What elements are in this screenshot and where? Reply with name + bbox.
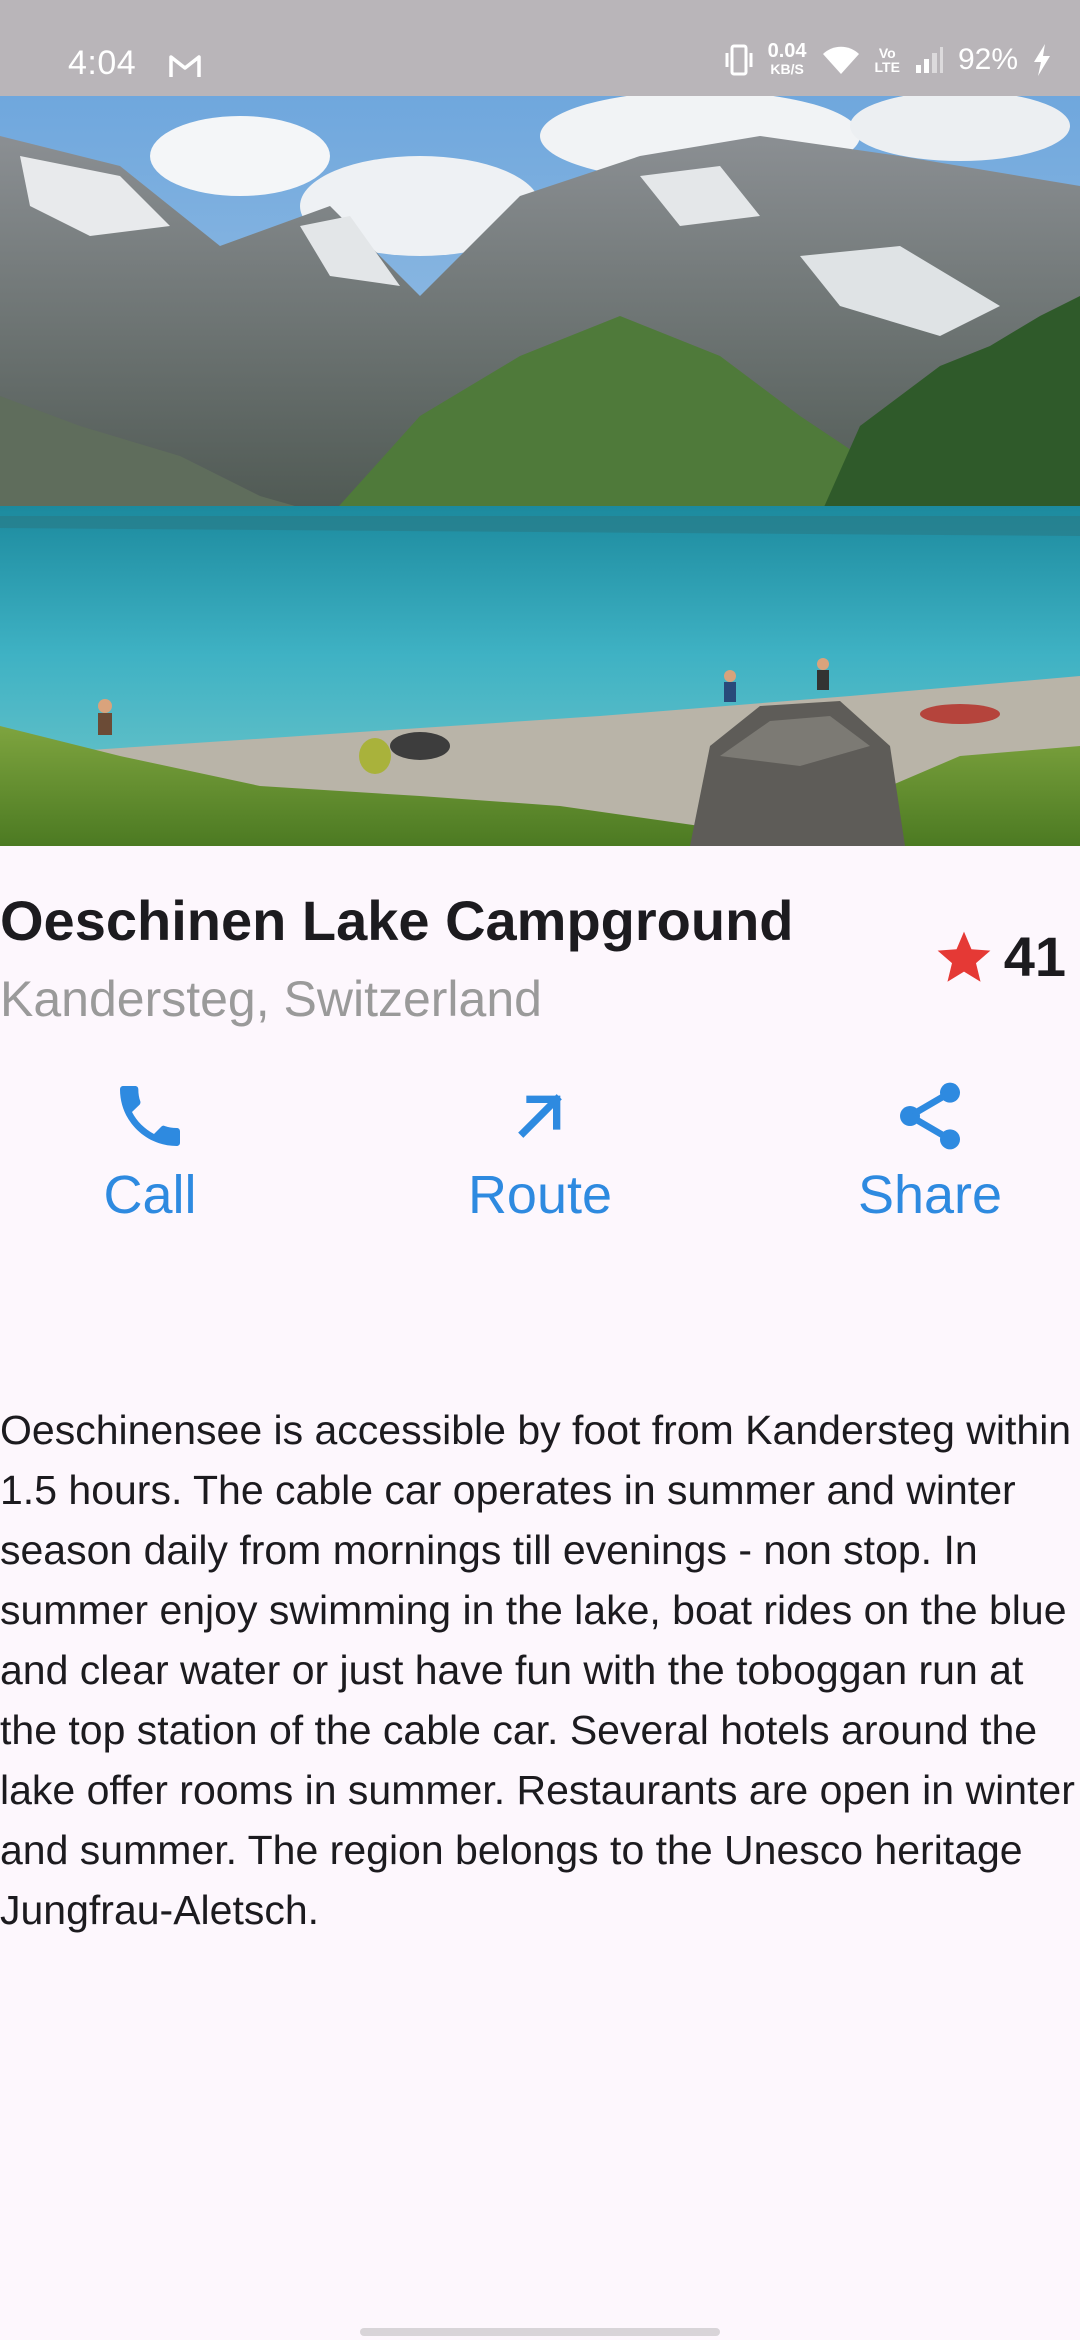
charging-icon bbox=[1034, 44, 1050, 76]
arrow-up-right-icon bbox=[518, 1094, 562, 1138]
action-bar: Call Route Share bbox=[0, 1076, 1080, 1246]
lake-landscape-image bbox=[0, 96, 1080, 846]
place-description: Oeschinensee is accessible by foot from … bbox=[0, 1407, 1075, 1933]
rating-count: 41 bbox=[1003, 925, 1066, 988]
share-button[interactable]: Share bbox=[800, 1076, 1060, 1226]
status-bar: 4:04 0.04 KB/S Vo LTE 92% bbox=[0, 0, 1080, 96]
phone-icon bbox=[120, 1086, 180, 1146]
battery-percent: 92% bbox=[957, 43, 1018, 76]
route-label: Route bbox=[467, 1165, 613, 1225]
gmail-icon bbox=[169, 55, 201, 77]
favorite-rating[interactable]: 41 bbox=[932, 924, 1066, 989]
wifi-icon bbox=[822, 46, 859, 74]
place-title: Oeschinen Lake Campground bbox=[0, 889, 794, 952]
status-icons: 0.04 KB/S Vo LTE 92% bbox=[724, 40, 1052, 80]
vibrate-icon bbox=[725, 44, 753, 76]
status-time: 4:04 bbox=[68, 44, 137, 82]
net-speed: 0.04 KB/S bbox=[767, 40, 807, 78]
net-speed-value: 0.04 bbox=[767, 40, 807, 62]
lte-top: Vo bbox=[878, 45, 896, 61]
net-speed-unit: KB/S bbox=[770, 61, 804, 77]
home-indicator[interactable] bbox=[360, 2328, 720, 2336]
signal-icon bbox=[915, 47, 943, 73]
share-icon bbox=[900, 1082, 960, 1150]
lte-indicator: Vo LTE bbox=[875, 46, 900, 74]
call-button[interactable]: Call bbox=[20, 1076, 280, 1226]
lte-bottom: LTE bbox=[874, 59, 900, 75]
hero-image bbox=[0, 96, 1080, 846]
place-location: Kandersteg, Switzerland bbox=[0, 971, 542, 1027]
star-icon[interactable] bbox=[932, 925, 996, 989]
share-label: Share bbox=[857, 1165, 1003, 1225]
call-label: Call bbox=[103, 1165, 197, 1225]
route-button[interactable]: Route bbox=[410, 1076, 670, 1226]
